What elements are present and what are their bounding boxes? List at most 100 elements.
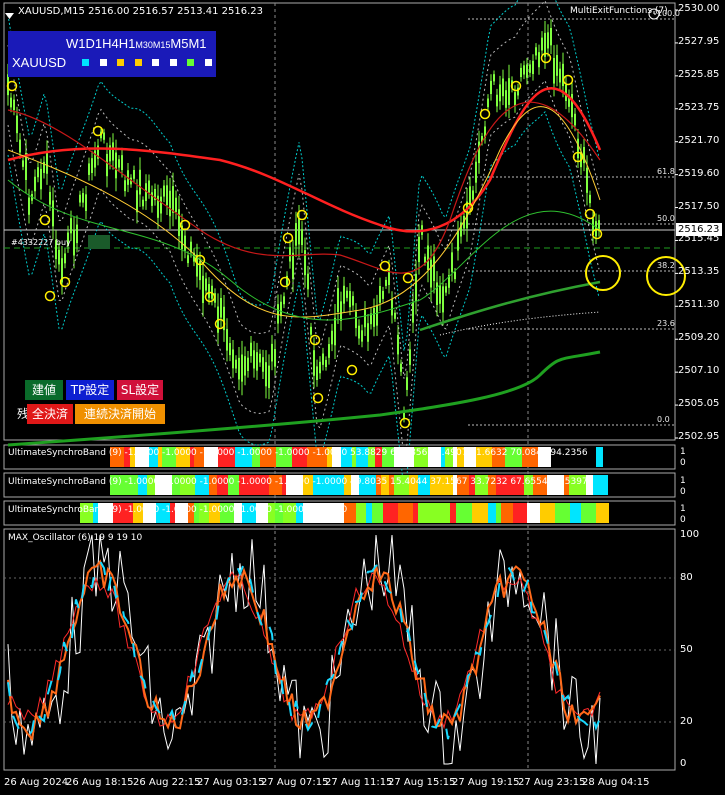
candle: [397, 334, 399, 355]
candle: [535, 47, 537, 56]
price-label: 2523.75: [678, 101, 720, 113]
signal-circle: [44, 290, 56, 302]
band-1-top: 1: [680, 447, 686, 457]
candle: [106, 153, 108, 177]
synchro-block: [513, 503, 527, 523]
ma-red-thick: [7, 87, 602, 233]
candle: [571, 93, 573, 118]
candle: [445, 286, 447, 293]
candle: [490, 80, 492, 95]
band-2-bottom: 0: [680, 487, 686, 497]
candle: [142, 199, 144, 207]
close-all-button[interactable]: 全決済: [27, 404, 73, 424]
candle: [82, 193, 84, 203]
entry-button[interactable]: 建値: [25, 380, 63, 400]
synchro-block: [372, 503, 383, 523]
candle: [241, 354, 243, 382]
ma-green-thin: [7, 179, 601, 321]
sl-settings-button[interactable]: SL設定: [117, 380, 163, 400]
candle: [514, 92, 516, 106]
candle: [550, 27, 552, 46]
candle: [400, 363, 402, 372]
candle: [382, 290, 384, 299]
candle: [439, 285, 441, 304]
ma-yellow: [7, 106, 601, 318]
candle: [427, 245, 429, 270]
price-label: 2530.00: [678, 3, 720, 14]
candle: [457, 230, 459, 251]
signal-circle: [562, 74, 574, 86]
candle: [28, 197, 30, 215]
time-label: 27 Aug 07:15: [261, 777, 329, 788]
candle: [148, 180, 150, 193]
highlight-circle: [585, 255, 621, 291]
candle: [220, 297, 222, 318]
signal-circle: [402, 272, 414, 284]
signal-circle: [279, 276, 291, 288]
candle: [373, 307, 375, 327]
candle: [40, 168, 42, 190]
tf-d1[interactable]: D1: [86, 36, 103, 51]
candle: [523, 65, 525, 75]
band-1-bottom: 0: [680, 458, 686, 468]
candle: [262, 357, 264, 372]
candle: [103, 132, 105, 140]
candle: [301, 229, 303, 246]
symbol-ohlc-header: XAUUSD,M15 2516.00 2516.57 2513.41 2516.…: [18, 6, 264, 17]
candle: [307, 273, 309, 290]
candle: [502, 78, 504, 97]
tf-m30[interactable]: M30: [135, 40, 153, 50]
tf-m15[interactable]: M15: [153, 40, 171, 50]
continuous-close-button[interactable]: 連続決済開始: [75, 404, 165, 424]
timeframe-status-square: [187, 59, 194, 66]
tp-settings-button[interactable]: TP設定: [66, 380, 114, 400]
candle: [118, 159, 120, 168]
tf-h4[interactable]: H4: [102, 36, 119, 51]
candle: [478, 141, 480, 164]
candle: [70, 218, 72, 234]
candle: [58, 249, 60, 265]
synchro-block: [383, 503, 398, 523]
tf-w1[interactable]: W1: [66, 36, 86, 51]
order-line-label[interactable]: #4332227 buy: [11, 238, 71, 247]
candle: [388, 268, 390, 285]
candle: [529, 64, 531, 73]
tf-m5[interactable]: M5: [170, 36, 188, 51]
price-label: 2521.70: [678, 134, 720, 146]
time-label: 27 Aug 03:15: [197, 777, 265, 788]
fib-label: 61.8: [657, 167, 675, 176]
candle: [409, 349, 411, 365]
candle: [547, 32, 549, 49]
signal-circle: [399, 417, 411, 429]
price-label: 2515.45: [678, 233, 720, 245]
candle: [268, 365, 270, 388]
band-3-title: UltimateSynchroBand (9) -1.0000 -1.0000 …: [8, 505, 348, 515]
candle: [367, 323, 369, 342]
synchro-block: [596, 503, 609, 523]
price-label: 2525.85: [678, 68, 720, 80]
price-label: 2507.10: [678, 365, 720, 377]
candle: [88, 163, 90, 175]
candle: [265, 362, 267, 387]
tf-m1[interactable]: M1: [188, 36, 206, 51]
price-label: 2519.60: [678, 167, 720, 179]
tf-h1[interactable]: H1: [119, 36, 136, 51]
candle: [493, 74, 495, 82]
candle: [295, 223, 297, 246]
candle: [415, 273, 417, 301]
price-label: 2527.95: [678, 35, 720, 47]
candle: [532, 60, 534, 75]
timeframe-status-square: [152, 59, 159, 66]
candle: [313, 350, 315, 376]
candle: [85, 194, 87, 212]
candle: [454, 271, 456, 280]
partial-button[interactable]: 残: [17, 404, 29, 424]
collapse-icon[interactable]: [5, 5, 14, 19]
candle: [433, 256, 435, 282]
timeframe-row[interactable]: W1D1H4H1M30M15M5M1: [66, 36, 207, 51]
candle: [208, 284, 210, 298]
candle: [496, 94, 498, 107]
candle: [325, 359, 327, 368]
price-label: 2502.95: [678, 431, 720, 442]
price-label: 2517.50: [678, 200, 720, 212]
